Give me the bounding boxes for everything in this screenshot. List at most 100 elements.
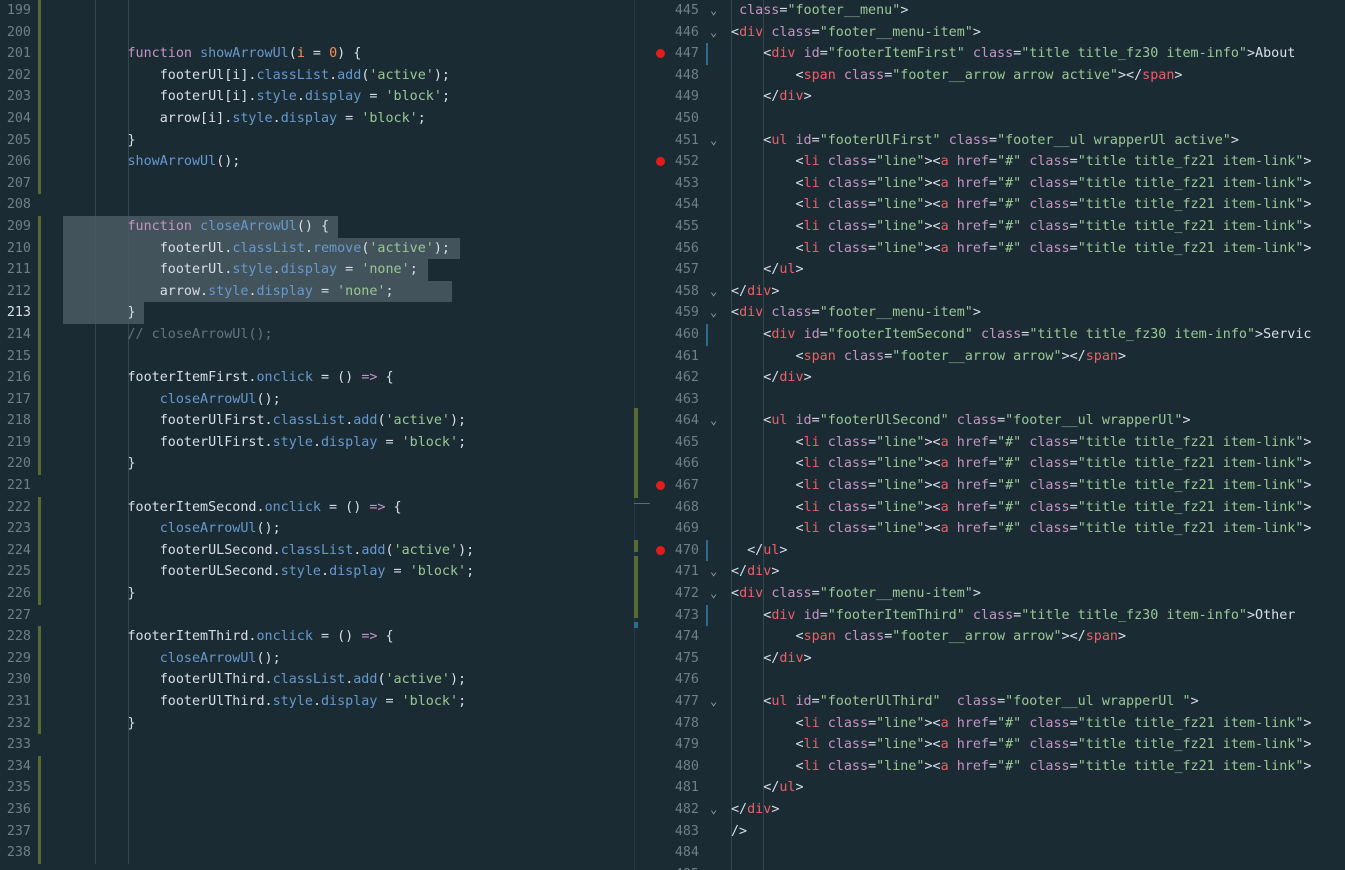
breakpoint-icon[interactable] <box>656 545 665 555</box>
fold-chevron-icon[interactable]: ⌄ <box>710 691 717 713</box>
code-text: } <box>127 456 136 472</box>
fold-chevron-icon[interactable]: ⌄ <box>710 561 717 583</box>
gutter-change-marker <box>38 410 41 432</box>
line-number: 211 <box>6 262 31 278</box>
code-text: footerUlFirst.style.display = 'block'; <box>159 434 467 450</box>
line-number: 479 <box>674 737 699 753</box>
fold-chevron-icon[interactable]: ⌄ <box>710 130 717 152</box>
line-number: 471 <box>674 564 699 580</box>
line-number: 229 <box>6 650 31 666</box>
line-number: 237 <box>6 823 31 839</box>
code-text: function showArrowUl(i = 0) { <box>127 46 362 62</box>
gutter-change-marker <box>706 539 708 562</box>
code-text: <div id="footerItemThird" class="title t… <box>763 607 1296 623</box>
code-text: closeArrowUl(); <box>159 391 281 407</box>
gutter-change-marker <box>38 64 41 87</box>
gutter-change-marker <box>38 237 41 260</box>
gutter-change-marker <box>38 669 41 691</box>
line-number: 208 <box>6 197 31 213</box>
fold-chevron-icon[interactable]: ⌄ <box>710 0 717 22</box>
code-text: <li class="line"><a href="#" class="titl… <box>795 737 1312 753</box>
gutter-change-marker <box>706 43 708 65</box>
gutter-change-marker <box>38 345 41 368</box>
line-number: 218 <box>6 413 31 429</box>
line-number: 446 <box>674 24 699 40</box>
fold-chevron-icon[interactable]: ⌄ <box>710 22 717 44</box>
line-number: 203 <box>6 89 31 105</box>
gutter-change-marker <box>38 712 41 735</box>
line-number: 238 <box>6 845 31 861</box>
code-text: <li class="line"><a href="#" class="titl… <box>795 240 1312 256</box>
line-number: 207 <box>6 175 31 191</box>
code-text: <span class="footer__arrow arrow"></span… <box>795 348 1127 364</box>
fold-chevron-icon[interactable]: ⌄ <box>710 799 717 821</box>
line-number: 478 <box>674 715 699 731</box>
gutter-change-marker <box>38 0 41 22</box>
fold-chevron-icon[interactable]: ⌄ <box>710 583 717 605</box>
gutter-change-marker <box>706 323 708 346</box>
gutter-change-marker <box>38 215 41 238</box>
gutter-change-marker <box>38 431 41 454</box>
line-number: 481 <box>674 780 699 796</box>
code-text: } <box>127 132 136 148</box>
right-editor-pane[interactable]: 445 ⌄ class="footer__menu"> 446 ⌄ <div class… <box>651 0 1345 870</box>
code-text: <li class="line"><a href="#" class="titl… <box>795 456 1312 472</box>
line-number: 480 <box>674 758 699 774</box>
code-text: </div> <box>763 89 812 105</box>
fold-chevron-icon[interactable]: ⌄ <box>710 410 717 432</box>
line-number: 454 <box>674 197 699 213</box>
line-number: 474 <box>674 629 699 645</box>
breakpoint-icon[interactable] <box>656 481 665 491</box>
code-text: <li class="line"><a href="#" class="titl… <box>795 154 1312 170</box>
line-number: 231 <box>6 694 31 709</box>
line-number: 228 <box>6 629 31 645</box>
line-number: 219 <box>6 434 31 450</box>
code-text: <li class="line"><a href="#" class="titl… <box>795 175 1312 191</box>
line-number: 224 <box>6 542 31 558</box>
line-number: 226 <box>6 586 31 602</box>
line-number: 214 <box>6 326 31 342</box>
gutter-change-marker <box>38 107 41 130</box>
fold-chevron-icon[interactable]: ⌄ <box>710 302 717 324</box>
line-number: 455 <box>674 218 699 234</box>
line-number: 206 <box>6 154 31 170</box>
fold-chevron-icon[interactable]: ⌄ <box>710 281 717 303</box>
code-text: footerItemFirst.onclick = () => { <box>127 370 394 386</box>
line-number: 212 <box>6 283 31 299</box>
gutter-change-marker <box>38 388 41 411</box>
line-number: 460 <box>674 326 699 342</box>
line-number: 222 <box>6 499 31 515</box>
code-text: </ul> <box>763 780 804 796</box>
line-number: 445 <box>674 3 699 18</box>
gutter-change-marker <box>38 798 41 821</box>
line-number: 227 <box>6 607 31 623</box>
line-number: 234 <box>6 758 31 774</box>
code-text: } <box>127 715 136 731</box>
code-text: <div class="footer__menu-item"> <box>731 24 981 40</box>
code-text: footerUlFirst.classList.add('active'); <box>159 413 467 429</box>
line-number: 210 <box>6 240 31 256</box>
line-number: 449 <box>674 89 699 105</box>
gutter-change-marker <box>38 496 41 519</box>
gutter-change-marker <box>38 259 41 281</box>
code-text: </div> <box>731 564 780 580</box>
gutter-change-marker <box>38 820 41 843</box>
line-number: 223 <box>6 521 31 537</box>
line-number: 463 <box>674 391 699 407</box>
code-text: footerULSecond.style.display = 'block'; <box>159 564 475 580</box>
code-text: // closeArrowUl(); <box>127 326 273 342</box>
pane-divider[interactable] <box>634 0 651 870</box>
line-number: 462 <box>674 370 699 386</box>
line-number: 217 <box>6 391 31 407</box>
code-text: footerUl[i].style.display = 'block'; <box>159 89 450 105</box>
left-editor-pane[interactable]: 199 200 201 function showArrowUl(i = 0) {2… <box>0 0 634 870</box>
code-text: footerItemSecond.onclick = () => { <box>127 499 402 515</box>
line-number: 220 <box>6 456 31 472</box>
code-text: <div class="footer__menu-item"> <box>731 305 981 321</box>
gutter-change-marker <box>38 86 41 108</box>
line-number: 453 <box>674 175 699 191</box>
line-number: 451 <box>674 132 699 148</box>
line-number: 235 <box>6 780 31 796</box>
gutter-change-marker <box>38 561 41 584</box>
gutter-change-marker <box>38 755 41 778</box>
